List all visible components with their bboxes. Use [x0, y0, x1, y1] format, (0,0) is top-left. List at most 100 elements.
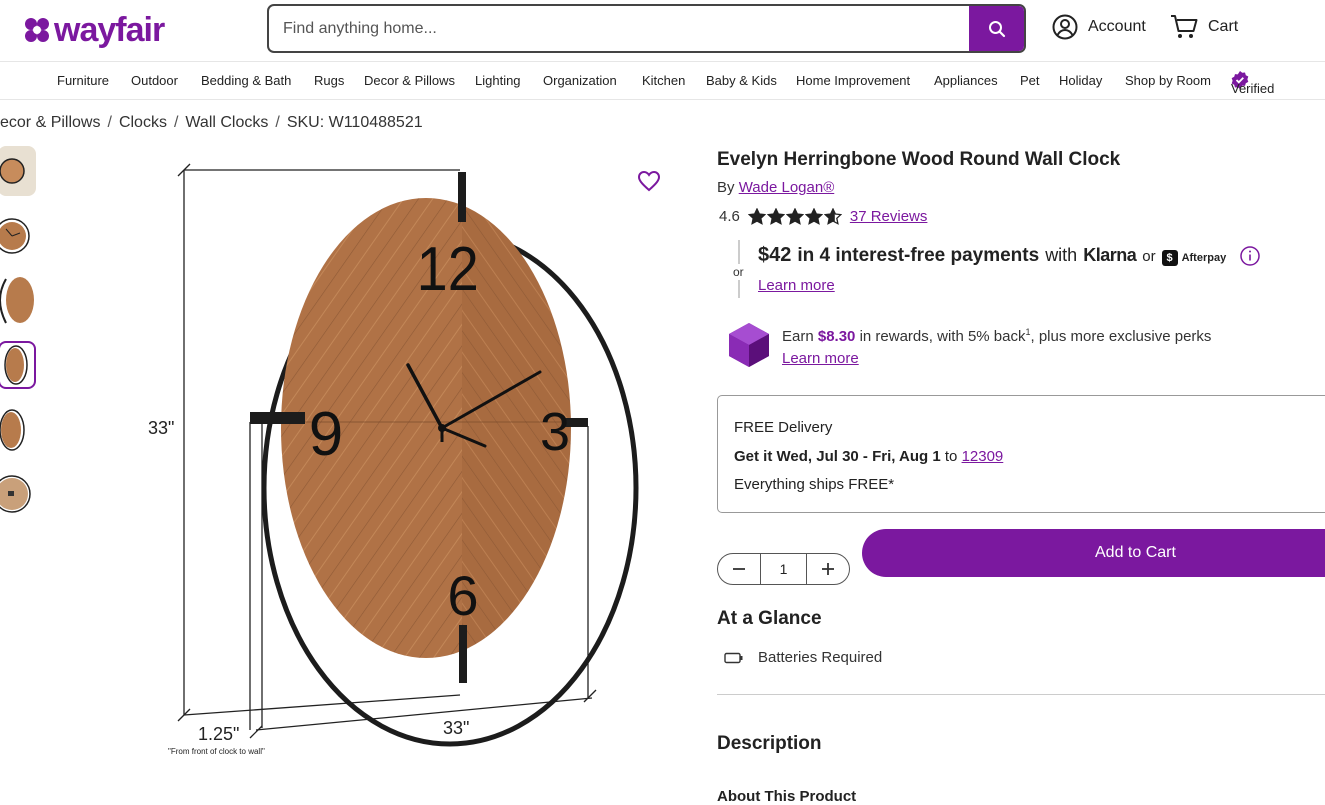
dimension-width-label: 33": [443, 718, 470, 738]
rewards-promo: Earn $8.30 in rewards, with 5% back1, pl…: [727, 322, 1307, 372]
product-rating: 4.6 37 Reviews: [719, 208, 927, 225]
financing-with: with: [1045, 245, 1078, 265]
search-input[interactable]: [269, 6, 971, 51]
thumbnail-image: [0, 475, 31, 513]
search-button[interactable]: [969, 6, 1024, 51]
breadcrumb: ecor & Pillows / Clocks / Wall Clocks / SKU: W…: [0, 114, 423, 131]
quantity-increase-button[interactable]: [807, 554, 849, 584]
nav-item-home-improvement[interactable]: Home Improvement: [796, 73, 910, 88]
nav-item-verified[interactable]: Verified: [1231, 71, 1274, 96]
product-main-image: 12 9 3 6 33" 33" 1.25" "From front of cl…: [130, 150, 650, 770]
rating-value: 4.6: [719, 208, 740, 225]
thumbnail-3[interactable]: [0, 275, 36, 325]
favorite-button[interactable]: [637, 170, 661, 197]
star-icon: [804, 208, 823, 225]
breadcrumb-clocks[interactable]: Clocks: [119, 114, 167, 131]
star-icon: [766, 208, 785, 225]
thumbnail-image: [4, 345, 28, 385]
search-icon: [988, 20, 1005, 37]
search-bar: [267, 4, 1026, 53]
nav-item-rugs[interactable]: Rugs: [314, 73, 344, 88]
cart-label: Cart: [1208, 18, 1239, 35]
thumbnail-2[interactable]: [0, 211, 36, 261]
thumbnail-image: [0, 218, 30, 254]
account-link[interactable]: Account: [1052, 14, 1146, 40]
brand-link[interactable]: Wade Logan®: [739, 179, 835, 196]
verified-label: Verified: [1231, 81, 1275, 96]
svg-text:3: 3: [540, 402, 570, 462]
thumbnail-6[interactable]: [0, 469, 36, 519]
financing-amount: $42: [758, 244, 792, 266]
afterpay-icon: $: [1161, 250, 1178, 266]
star-icon: [747, 208, 766, 225]
nav-item-lighting[interactable]: Lighting: [475, 73, 521, 88]
rewards-gem-icon: [729, 323, 769, 367]
by-prefix: By: [717, 179, 735, 196]
battery-icon: [724, 652, 743, 663]
star-icon: [823, 208, 842, 225]
thumbnail-5[interactable]: [0, 405, 36, 455]
logo-mark-icon: [25, 18, 49, 42]
financing-or-label: or: [733, 264, 744, 280]
nav-item-kitchen[interactable]: Kitchen: [642, 73, 685, 88]
nav-item-organization[interactable]: Organization: [543, 73, 617, 88]
about-heading: About This Product: [717, 788, 857, 805]
category-nav: Furniture Outdoor Bedding & Bath Rugs De…: [0, 63, 1325, 100]
reviews-link[interactable]: 37 Reviews: [850, 208, 928, 225]
delivery-zip-link[interactable]: 12309: [962, 448, 1004, 465]
cart-link[interactable]: Cart: [1170, 14, 1238, 40]
product-brand-line: By Wade Logan®: [717, 179, 834, 196]
thumbnail-image: [0, 277, 34, 324]
nav-item-bedding-bath[interactable]: Bedding & Bath: [201, 73, 291, 88]
info-icon[interactable]: [1240, 245, 1260, 266]
rewards-text: Earn $8.30 in rewards, with 5% back1, pl…: [782, 327, 1211, 345]
nav-item-furniture[interactable]: Furniture: [57, 73, 109, 88]
financing-or2: or: [1142, 248, 1156, 265]
svg-text:6: 6: [447, 564, 478, 627]
klarna-learn-more[interactable]: Learn more: [758, 277, 835, 294]
heart-icon: [637, 170, 661, 192]
description-heading[interactable]: Description: [717, 733, 822, 755]
thumbnail-4-selected[interactable]: [0, 341, 36, 389]
batteries-label: Batteries Required: [758, 649, 883, 666]
delivery-getit: Get it Wed, Jul 30 - Fri, Aug 1: [734, 448, 941, 465]
thumbnail-1[interactable]: [0, 146, 36, 196]
cart-icon: [1171, 15, 1198, 38]
quantity-input[interactable]: 1: [760, 554, 807, 584]
nav-item-baby-kids[interactable]: Baby & Kids: [706, 73, 777, 88]
breadcrumb-decor-pillows[interactable]: ecor & Pillows: [0, 114, 100, 131]
account-label: Account: [1088, 18, 1146, 35]
thumbnail-image: [0, 146, 36, 196]
star-icon: [785, 208, 804, 225]
dimension-depth-label: 1.25": [198, 724, 240, 744]
rewards-learn-more[interactable]: Learn more: [782, 350, 859, 367]
add-to-cart-button[interactable]: Add to Cart: [862, 529, 1325, 577]
feature-batteries: Batteries Required: [724, 649, 882, 666]
delivery-date: Get it Wed, Jul 30 - Fri, Aug 1 to 12309: [734, 448, 1003, 465]
svg-text:12: 12: [417, 235, 479, 303]
quantity-decrease-button[interactable]: [718, 554, 760, 584]
financing-text: in 4 interest-free payments: [797, 245, 1040, 266]
nav-item-outdoor[interactable]: Outdoor: [131, 73, 178, 88]
nav-item-holiday[interactable]: Holiday: [1059, 73, 1102, 88]
quantity-stepper: 1: [717, 553, 850, 585]
dimension-height-label: 33": [148, 418, 175, 438]
breadcrumb-wall-clocks[interactable]: Wall Clocks: [185, 114, 268, 131]
dimension-note: "From front of clock to wall": [168, 747, 265, 756]
afterpay-logo: $ Afterpay: [1161, 250, 1226, 266]
rewards-amount: $8.30: [817, 328, 856, 345]
delivery-ships: Everything ships FREE*: [734, 476, 895, 493]
plus-icon: [822, 563, 834, 575]
nav-item-decor-pillows[interactable]: Decor & Pillows: [364, 73, 455, 88]
minus-icon: [733, 568, 745, 570]
nav-item-pet[interactable]: Pet: [1020, 73, 1040, 88]
wayfair-logo[interactable]: wayfair: [24, 10, 165, 50]
financing-offer: $42 in 4 interest-free payments with Kla…: [758, 244, 1260, 267]
breadcrumb-sku: SKU: W110488521: [286, 114, 423, 131]
rewards-rest2: , plus more exclusive perks: [1030, 328, 1212, 345]
nav-item-shop-by-room[interactable]: Shop by Room: [1125, 73, 1211, 88]
site-header: wayfair Account Cart: [0, 0, 1325, 62]
rewards-earn: Earn: [782, 328, 814, 345]
klarna-logo: Klarna: [1083, 245, 1137, 265]
nav-item-appliances[interactable]: Appliances: [934, 73, 998, 88]
